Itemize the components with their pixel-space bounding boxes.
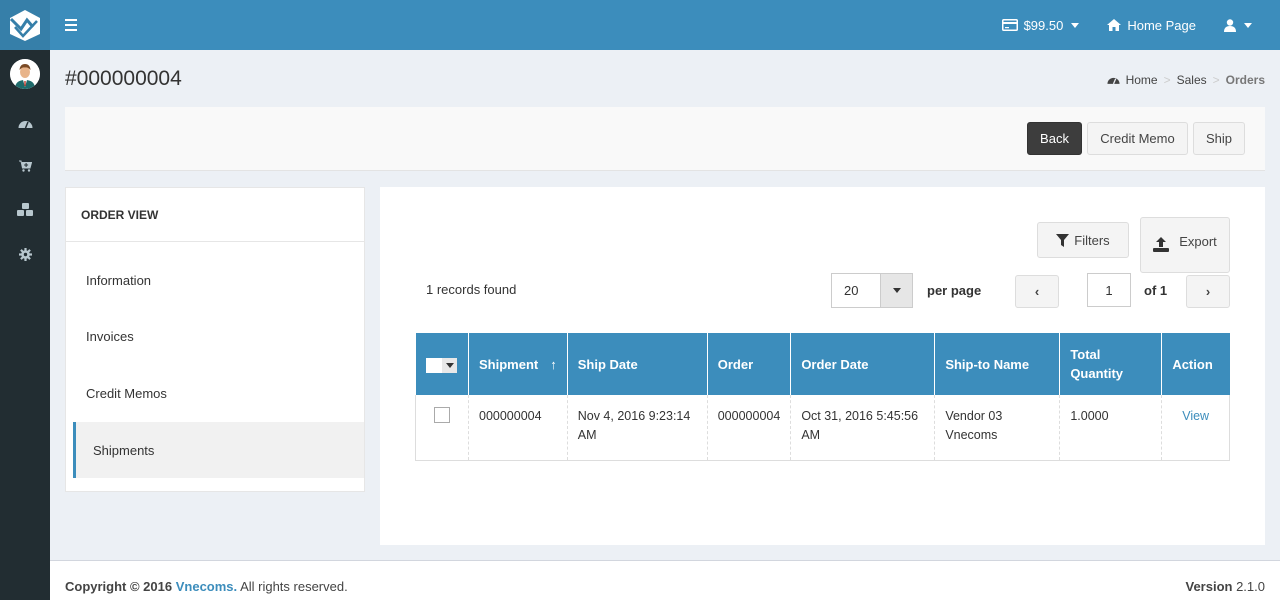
- home-page-link[interactable]: Home Page: [1093, 0, 1210, 50]
- chevron-down-icon: [445, 362, 454, 368]
- per-page-select[interactable]: 20: [831, 273, 913, 308]
- breadcrumb: Home > Sales > Orders: [1106, 73, 1265, 87]
- column-header-total-quantity[interactable]: Total Quantity: [1059, 333, 1163, 395]
- order-view-item-information[interactable]: Information: [66, 252, 364, 308]
- sidebar: [0, 50, 50, 600]
- avatar[interactable]: [10, 59, 40, 89]
- per-page-label: per page: [927, 283, 982, 298]
- menu-icon: [65, 19, 77, 21]
- logo-icon: [9, 10, 40, 41]
- cell-shipment: 000000004: [468, 395, 568, 461]
- breadcrumb-home[interactable]: Home: [1126, 73, 1158, 87]
- filters-label: Filters: [1074, 232, 1110, 248]
- per-page-dropdown-toggle[interactable]: [880, 274, 912, 307]
- previous-page-button[interactable]: ‹: [1015, 275, 1059, 308]
- order-view-item-invoices[interactable]: Invoices: [66, 308, 364, 364]
- logo[interactable]: [0, 0, 50, 50]
- upload-icon: [1153, 237, 1170, 252]
- records-found: 1 records found: [426, 282, 517, 297]
- chevron-down-icon: [1071, 22, 1080, 28]
- ship-button[interactable]: Ship: [1193, 122, 1245, 155]
- sidebar-toggle-button[interactable]: [62, 16, 80, 34]
- cell-total-quantity: 1.0000: [1059, 395, 1163, 461]
- filter-icon: [1056, 233, 1070, 247]
- cell-ship-to-name: Vendor 03 Vnecoms: [934, 395, 1061, 461]
- copyright-text: Copyright © 2016: [65, 579, 173, 594]
- shipments-table: Shipment ↑ Ship Date Order Order Date Shi…: [415, 333, 1230, 461]
- per-page-value: 20: [844, 283, 859, 298]
- cart-icon: [18, 160, 32, 172]
- home-page-label: Home Page: [1127, 17, 1196, 33]
- sidebar-item-dashboard[interactable]: [0, 111, 50, 135]
- shipments-grid-panel: Filters Export 1 records found 20 per pa…: [380, 187, 1265, 545]
- credit-card-icon: [1001, 19, 1018, 31]
- column-header-ship-to-name[interactable]: Ship-to Name: [934, 333, 1061, 395]
- cell-ship-date: Nov 4, 2016 9:23:14 AM: [567, 395, 708, 461]
- mass-select-header: [415, 333, 469, 395]
- total-pages-label: of 1: [1144, 283, 1168, 298]
- gear-icon: [18, 247, 32, 261]
- chevron-left-icon: ‹: [1034, 284, 1040, 299]
- view-link[interactable]: View: [1182, 409, 1209, 423]
- sidebar-item-settings[interactable]: [0, 242, 50, 266]
- breadcrumb-orders: Orders: [1225, 73, 1265, 87]
- order-view-title: ORDER VIEW: [66, 188, 364, 242]
- filters-button[interactable]: Filters: [1037, 222, 1129, 258]
- cell-order-date: Oct 31, 2016 5:45:56 AM: [790, 395, 936, 461]
- home-icon: [1107, 19, 1122, 31]
- cell-action: View: [1161, 395, 1230, 461]
- column-header-action: Action: [1161, 333, 1230, 395]
- breadcrumb-separator: >: [1163, 73, 1171, 87]
- column-header-shipment[interactable]: Shipment ↑: [468, 333, 568, 395]
- order-view-panel: ORDER VIEW Information Invoices Credit M…: [65, 187, 365, 492]
- chevron-down-icon: [1244, 22, 1252, 28]
- export-button[interactable]: Export: [1140, 217, 1230, 273]
- balance-amount: $99.50: [1023, 17, 1064, 33]
- cell-order: 000000004: [707, 395, 792, 461]
- column-header-ship-date[interactable]: Ship Date: [567, 333, 708, 395]
- balance-dropdown[interactable]: $99.50: [988, 0, 1094, 50]
- sidebar-item-sales[interactable]: [0, 154, 50, 178]
- user-avatar-icon: [10, 59, 40, 89]
- next-page-button[interactable]: ›: [1186, 275, 1230, 308]
- table-row: 000000004 Nov 4, 2016 9:23:14 AM 0000000…: [415, 395, 1230, 461]
- credit-memo-button[interactable]: Credit Memo: [1087, 122, 1188, 155]
- column-header-order[interactable]: Order: [707, 333, 792, 395]
- action-bar: Back Credit Memo Ship: [65, 107, 1265, 171]
- top-right-menu: $99.50 Home Page: [988, 0, 1266, 50]
- cubes-icon: [16, 203, 33, 216]
- back-button[interactable]: Back: [1027, 122, 1082, 155]
- top-navbar: $99.50 Home Page: [0, 0, 1280, 50]
- chevron-right-icon: ›: [1205, 284, 1211, 299]
- rights-text: All rights reserved.: [240, 579, 348, 594]
- page-title: #000000004: [65, 67, 182, 90]
- export-label: Export: [1179, 234, 1217, 249]
- dashboard-icon: [1106, 77, 1120, 85]
- order-view-item-shipments[interactable]: Shipments: [73, 422, 364, 478]
- breadcrumb-separator: >: [1212, 73, 1220, 87]
- order-view-item-credit-memos[interactable]: Credit Memos: [66, 365, 364, 421]
- user-icon: [1224, 18, 1236, 32]
- row-select-cell: [415, 395, 469, 461]
- sort-ascending-icon: ↑: [550, 356, 557, 372]
- footer: Copyright © 2016 Vnecoms. All rights res…: [50, 560, 1280, 600]
- footer-copyright: Copyright © 2016 Vnecoms. All rights res…: [65, 579, 348, 594]
- row-checkbox[interactable]: [434, 407, 450, 423]
- table-header-row: Shipment ↑ Ship Date Order Order Date Shi…: [415, 333, 1230, 395]
- vnecoms-link[interactable]: Vnecoms.: [176, 579, 237, 594]
- footer-version: Version 2.1.0: [1185, 579, 1265, 594]
- breadcrumb-sales[interactable]: Sales: [1177, 73, 1207, 87]
- mass-select-dropdown[interactable]: [426, 357, 458, 373]
- dashboard-icon: [18, 120, 32, 128]
- column-header-order-date[interactable]: Order Date: [790, 333, 936, 395]
- chevron-down-icon: [892, 288, 901, 293]
- version-label: Version: [1185, 579, 1233, 594]
- user-menu-dropdown[interactable]: [1210, 0, 1266, 50]
- version-number: 2.1.0: [1236, 579, 1265, 594]
- sidebar-item-catalog[interactable]: [0, 198, 50, 222]
- current-page-input[interactable]: [1087, 273, 1131, 307]
